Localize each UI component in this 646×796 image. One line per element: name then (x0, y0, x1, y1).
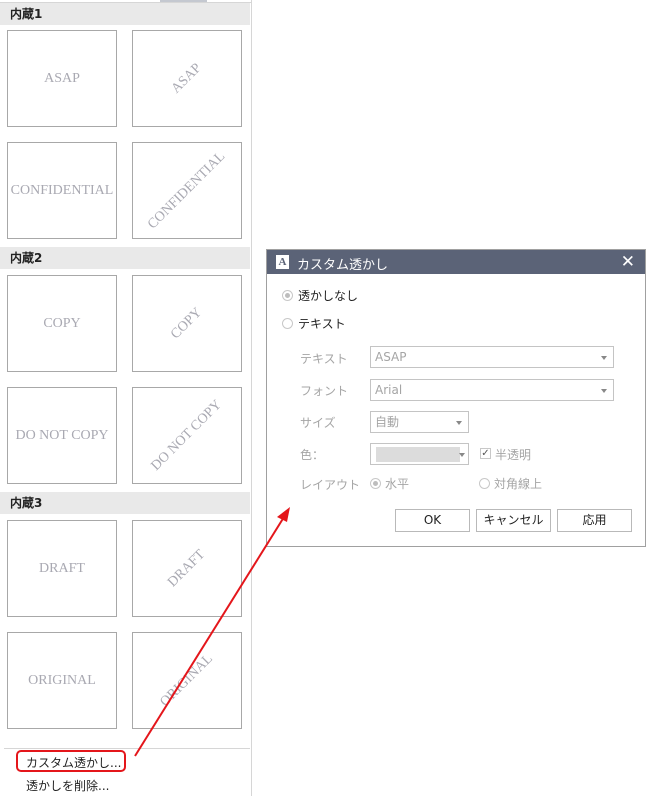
watermark-thumb-draft[interactable]: DRAFT (7, 520, 117, 617)
watermark-thumb-asap[interactable]: ASAP (7, 30, 117, 127)
semitransparent-label[interactable]: 半透明 (495, 446, 531, 463)
watermark-text: DO NOT COPY (148, 396, 225, 474)
radio-text-label[interactable]: テキスト (298, 315, 346, 332)
watermark-text: DRAFT (165, 546, 209, 590)
watermark-thumb-do-not-copy-diagonal[interactable]: DO NOT COPY (132, 387, 242, 484)
watermark-text: COPY (43, 315, 81, 331)
dialog-title-bar[interactable]: A カスタム透かし ✕ (267, 250, 645, 274)
watermark-thumb-draft-diagonal[interactable]: DRAFT (132, 520, 242, 617)
layout-field-label: レイアウト (300, 478, 361, 492)
remove-watermark-menu-item[interactable]: 透かしを削除... (26, 777, 109, 794)
text-select[interactable]: ASAP (370, 346, 614, 368)
watermark-text: CONFIDENTIAL (145, 148, 229, 232)
watermark-text: DO NOT COPY (15, 427, 109, 443)
cancel-button[interactable]: キャンセル (476, 509, 551, 532)
watermark-thumb-do-not-copy[interactable]: DO NOT COPY (7, 387, 117, 484)
radio-text[interactable] (282, 318, 293, 329)
font-select[interactable]: Arial (370, 379, 614, 401)
watermark-thumb-asap-diagonal[interactable]: ASAP (132, 30, 242, 127)
radio-no-watermark-label[interactable]: 透かしなし (298, 287, 358, 304)
watermark-thumb-confidential-diagonal[interactable]: CONFIDENTIAL (132, 142, 242, 239)
size-select[interactable]: 自動 (370, 411, 469, 433)
watermark-thumb-copy[interactable]: COPY (7, 275, 117, 372)
layout-diagonal-label[interactable]: 対角線上 (494, 475, 542, 492)
font-field-label: フォント (300, 384, 349, 398)
watermark-text: DRAFT (39, 560, 85, 576)
menu-separator (4, 748, 250, 749)
ok-button[interactable]: OK (395, 509, 470, 532)
size-field-label: サイズ (300, 416, 336, 430)
chevron-down-icon (601, 389, 607, 393)
dialog-title: カスタム透かし (297, 258, 389, 273)
watermark-app-icon: A (276, 255, 289, 269)
font-select-value: Arial (375, 383, 403, 397)
radio-no-watermark[interactable] (282, 290, 293, 301)
section-header-builtin2: 内蔵2 (0, 247, 250, 269)
watermark-thumb-confidential[interactable]: CONFIDENTIAL (7, 142, 117, 239)
color-field-label: 色： (300, 448, 325, 462)
close-icon[interactable]: ✕ (621, 252, 635, 272)
watermark-text: ASAP (168, 60, 205, 97)
radio-layout-horizontal[interactable] (370, 478, 381, 489)
apply-button[interactable]: 応用 (557, 509, 632, 532)
watermark-text: ASAP (44, 70, 80, 86)
color-select[interactable] (370, 443, 469, 465)
watermark-thumb-original-diagonal[interactable]: ORIGINAL (132, 632, 242, 729)
size-select-value: 自動 (375, 415, 400, 429)
text-field-label: テキスト (300, 352, 348, 366)
watermark-thumb-copy-diagonal[interactable]: COPY (132, 275, 242, 372)
color-swatch (376, 447, 460, 462)
section-header-builtin3: 内蔵3 (0, 492, 250, 514)
watermark-text: ORIGINAL (157, 650, 216, 710)
section-header-builtin1: 内蔵1 (0, 3, 250, 25)
layout-horizontal-label[interactable]: 水平 (385, 475, 409, 492)
chevron-down-icon (601, 356, 607, 360)
custom-watermark-menu-item[interactable]: カスタム透かし... (26, 754, 121, 771)
custom-watermark-dialog: A カスタム透かし ✕ 透かしなし テキスト テキスト ASAP フォント Ar… (266, 249, 646, 547)
semitransparent-checkbox[interactable]: ✓ (480, 448, 491, 459)
watermark-text: ORIGINAL (28, 672, 96, 688)
radio-layout-diagonal[interactable] (479, 478, 490, 489)
text-select-value: ASAP (375, 350, 407, 364)
watermark-text: CONFIDENTIAL (10, 182, 114, 198)
watermark-thumb-original[interactable]: ORIGINAL (7, 632, 117, 729)
watermark-text: COPY (168, 304, 206, 342)
watermark-panel: 内蔵1 ASAP ASAP CONFIDENTIAL CONFIDENTIAL … (0, 0, 252, 796)
chevron-down-icon (459, 453, 465, 457)
chevron-down-icon (456, 421, 462, 425)
